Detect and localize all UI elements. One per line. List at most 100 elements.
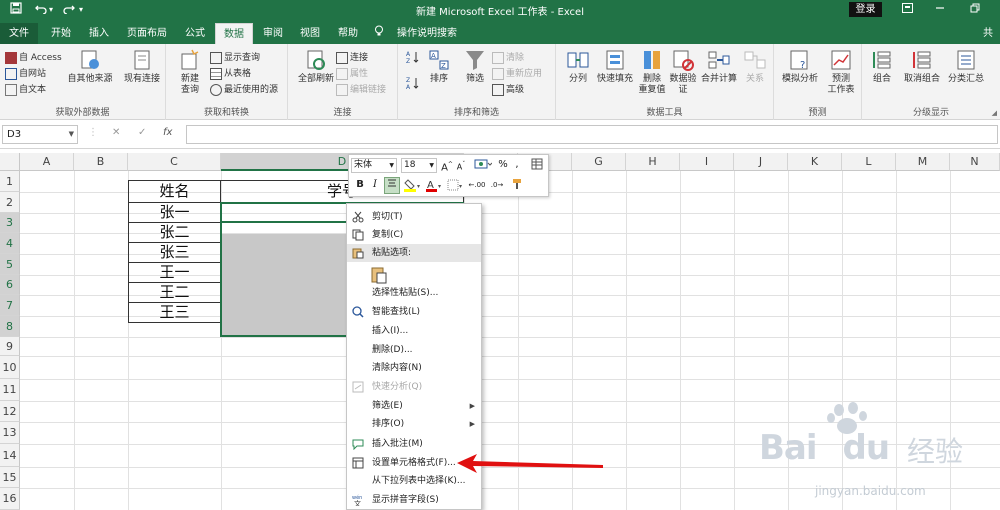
column-header-h[interactable]: H: [626, 153, 680, 171]
cell-c5[interactable]: 张三: [128, 242, 221, 263]
menu-item-sort[interactable]: 排序(O) ▶: [347, 415, 481, 433]
insert-function-icon[interactable]: fx: [163, 127, 172, 138]
cell-c6[interactable]: 王一: [128, 262, 221, 283]
flash-fill-button[interactable]: 快速填充: [594, 48, 636, 85]
row-header-14[interactable]: 14: [0, 444, 20, 467]
consolidate-button[interactable]: 合并计算: [698, 48, 740, 85]
tab-formulas[interactable]: 公式: [180, 25, 210, 42]
row-header-13[interactable]: 13: [0, 422, 20, 444]
row-header-16[interactable]: 16: [0, 488, 20, 510]
bold-button[interactable]: B: [353, 178, 367, 193]
forecast-sheet-button[interactable]: 预测 工作表: [822, 48, 860, 96]
remove-duplicates-button[interactable]: 删除 重复值: [636, 48, 668, 96]
reapply-button[interactable]: 重新应用: [492, 66, 542, 80]
tell-me-search[interactable]: 操作说明搜索: [392, 25, 462, 42]
sort-az-icon[interactable]: AZ: [406, 50, 420, 67]
column-header-k[interactable]: K: [788, 153, 842, 171]
from-text-button[interactable]: 自文本: [5, 82, 46, 96]
column-header-n[interactable]: N: [950, 153, 1000, 171]
increase-decimal-button[interactable]: ←.00: [468, 178, 486, 193]
ungroup-button[interactable]: 取消组合: [900, 48, 944, 85]
row-header-9[interactable]: 9: [0, 337, 20, 356]
filter-button[interactable]: 筛选: [460, 48, 490, 85]
menu-item-cut[interactable]: 剪切(T): [347, 208, 481, 226]
row-header-4[interactable]: 4: [0, 233, 20, 254]
row-header-15[interactable]: 15: [0, 467, 20, 488]
cell-c2[interactable]: 姓名: [128, 180, 221, 203]
align-center-icon[interactable]: [384, 177, 400, 194]
subtotal-button[interactable]: 分类汇总: [944, 48, 988, 85]
tab-view[interactable]: 视图: [295, 25, 325, 42]
shrink-font-button[interactable]: Aˇ: [455, 158, 467, 173]
what-if-analysis-button[interactable]: ? 模拟分析: [778, 48, 822, 85]
decrease-decimal-button[interactable]: .0→: [488, 178, 506, 193]
from-other-sources-button[interactable]: 自其他来源: [66, 48, 114, 85]
column-header-l[interactable]: L: [842, 153, 896, 171]
refresh-all-button[interactable]: 全部刷新: [292, 48, 340, 85]
clear-filter-button[interactable]: 清除: [492, 50, 524, 64]
row-header-6[interactable]: 6: [0, 275, 20, 295]
formula-input[interactable]: [186, 125, 998, 144]
column-header-m[interactable]: M: [896, 153, 950, 171]
name-box[interactable]: D3 ▼: [2, 125, 78, 144]
format-painter-brush-icon[interactable]: [509, 178, 525, 193]
column-header-c[interactable]: C: [128, 153, 221, 171]
row-header-11[interactable]: 11: [0, 379, 20, 401]
cell-c4[interactable]: 张二: [128, 222, 221, 243]
format-painter-icon[interactable]: [529, 158, 545, 173]
font-color-icon[interactable]: A ▾: [425, 178, 443, 193]
restore-icon[interactable]: [965, 2, 985, 18]
column-header-g[interactable]: G: [572, 153, 626, 171]
column-header-a[interactable]: A: [20, 153, 74, 171]
menu-item-filter[interactable]: 筛选(E) ▶: [347, 397, 481, 415]
row-header-3[interactable]: 3: [0, 213, 20, 233]
menu-item-clear-contents[interactable]: 清除内容(N): [347, 359, 481, 377]
from-access-button[interactable]: 自 Access: [5, 50, 62, 64]
menu-item-paste-button[interactable]: [347, 264, 481, 286]
tab-file[interactable]: 文件: [0, 23, 38, 44]
from-table-button[interactable]: 从表格: [210, 66, 251, 80]
menu-item-insert[interactable]: 插入(I)...: [347, 322, 481, 340]
fill-color-icon[interactable]: ▾: [402, 178, 422, 193]
from-web-button[interactable]: 自网站: [5, 66, 46, 80]
tab-insert[interactable]: 插入: [84, 25, 114, 42]
share-button[interactable]: 共: [976, 25, 1000, 42]
data-validation-button[interactable]: 数据验证: [666, 48, 700, 96]
ribbon-display-icon[interactable]: [897, 2, 917, 18]
menu-item-quick-analysis[interactable]: 快速分析(Q): [347, 378, 481, 396]
advanced-filter-button[interactable]: 高级: [492, 82, 524, 96]
column-header-i[interactable]: I: [680, 153, 734, 171]
row-header-5[interactable]: 5: [0, 254, 20, 275]
connections-button[interactable]: 连接: [336, 50, 368, 64]
minimize-icon[interactable]: [930, 2, 950, 18]
row-header-7[interactable]: 7: [0, 295, 20, 316]
recent-sources-button[interactable]: 最近使用的源: [210, 82, 278, 96]
grow-font-button[interactable]: A^: [441, 158, 453, 173]
borders-icon[interactable]: ▾: [447, 178, 465, 193]
row-header-10[interactable]: 10: [0, 356, 20, 379]
menu-item-copy[interactable]: 复制(C): [347, 226, 481, 244]
enter-formula-icon[interactable]: ✓: [138, 127, 146, 138]
tab-data[interactable]: 数据: [215, 23, 253, 44]
edit-links-button[interactable]: 编辑链接: [336, 82, 386, 96]
cell-c7[interactable]: 王二: [128, 282, 221, 303]
tab-home[interactable]: 开始: [46, 25, 76, 42]
comma-button[interactable]: ,: [512, 158, 522, 173]
name-box-dropdown-icon[interactable]: ▼: [69, 126, 74, 143]
cell-c3[interactable]: 张一: [128, 202, 221, 223]
row-header-1[interactable]: 1: [0, 171, 20, 192]
tab-page-layout[interactable]: 页面布局: [122, 25, 172, 42]
row-header-2[interactable]: 2: [0, 192, 20, 213]
properties-button[interactable]: 属性: [336, 66, 368, 80]
column-header-j[interactable]: J: [734, 153, 788, 171]
menu-item-delete[interactable]: 删除(D)...: [347, 341, 481, 359]
menu-item-insert-comment[interactable]: 插入批注(M): [347, 435, 481, 453]
sort-button[interactable]: AZ 排序: [424, 48, 454, 85]
menu-item-smart-lookup[interactable]: 智能查找(L): [347, 303, 481, 321]
font-size-select[interactable]: 18 ▼: [401, 158, 437, 173]
login-button[interactable]: 登录: [849, 2, 882, 17]
cell-c8[interactable]: 王三: [128, 302, 221, 323]
dialog-launcher-icon[interactable]: ◢: [992, 109, 997, 117]
tab-review[interactable]: 审阅: [258, 25, 288, 42]
column-header-b[interactable]: B: [74, 153, 128, 171]
